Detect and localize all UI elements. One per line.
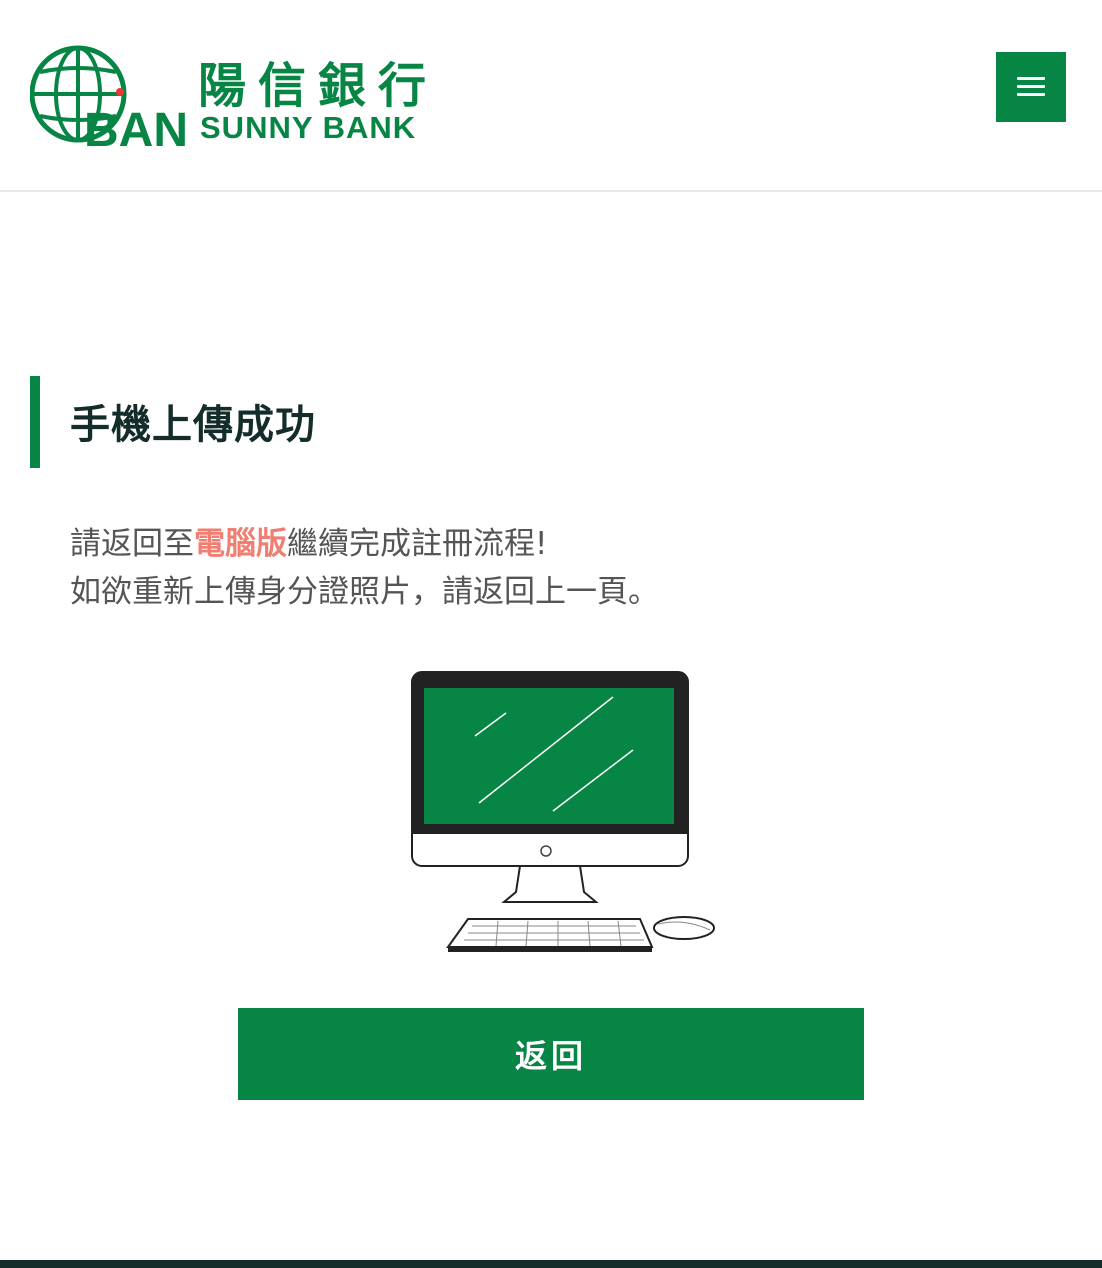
- instruction-line-1: 請返回至電腦版繼續完成註冊流程!: [70, 520, 659, 568]
- footer-bar: [0, 1260, 1102, 1268]
- hamburger-menu-icon-bar: [1017, 93, 1045, 96]
- brand-name-english: SUNNY BANK: [200, 110, 417, 145]
- back-button[interactable]: 返回: [238, 1008, 864, 1100]
- site-header: BANK 陽信銀行 SUNNY BANK: [0, 0, 1102, 192]
- svg-text:BANK: BANK: [84, 104, 190, 152]
- desktop-computer-illustration: [408, 668, 720, 958]
- page-title: 手機上傳成功: [70, 402, 316, 448]
- desktop-version-highlight: 電腦版: [194, 526, 287, 562]
- instruction-suffix: 繼續完成註冊流程!: [287, 526, 548, 562]
- instruction-prefix: 請返回至: [70, 526, 194, 562]
- page: BANK 陽信銀行 SUNNY BANK 手機上傳成功 請返回至電腦版繼續完成註…: [0, 0, 1102, 1268]
- instruction-message: 請返回至電腦版繼續完成註冊流程! 如欲重新上傳身分證照片，請返回上一頁。: [70, 520, 659, 616]
- instruction-line-2: 如欲重新上傳身分證照片，請返回上一頁。: [70, 574, 659, 610]
- bank-logo[interactable]: BANK 陽信銀行 SUNNY BANK: [30, 42, 430, 152]
- brand-name-chinese: 陽信銀行: [198, 58, 439, 114]
- hamburger-menu-button[interactable]: [996, 52, 1066, 122]
- globe-logo-icon: BANK: [30, 45, 190, 152]
- title-accent-bar: [30, 376, 40, 468]
- hamburger-menu-icon-bar: [1017, 85, 1045, 88]
- hamburger-menu-icon: [1017, 77, 1045, 80]
